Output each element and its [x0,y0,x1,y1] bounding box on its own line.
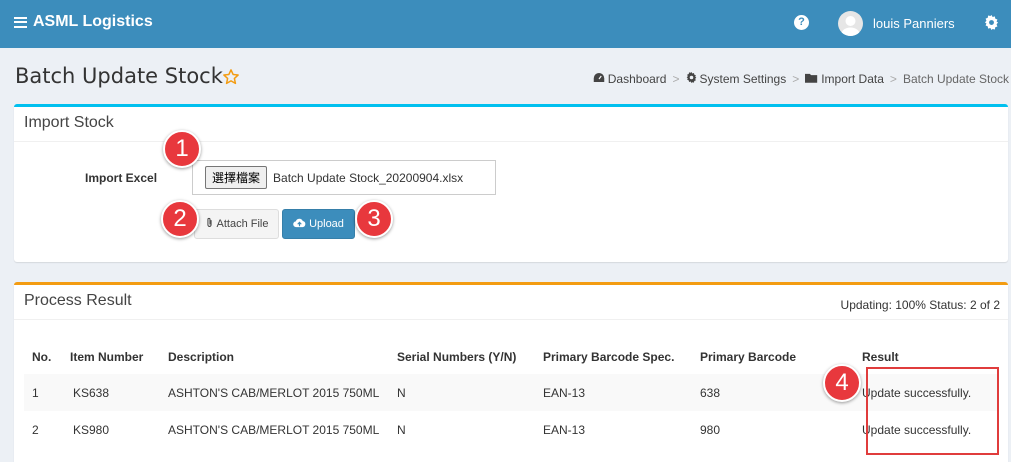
table-row: 2 KS980 ASHTON'S CAB/MERLOT 2015 750ML N… [24,411,998,448]
process-result-title: Process Result [24,292,132,309]
cell-item-number: KS638 [73,385,110,400]
column-header: Description [168,350,235,364]
process-result-panel: Process Result Updating: 100% Status: 2 … [14,282,1008,462]
top-navbar: ASML Logistics ? louis Panniers [0,0,1011,48]
process-result-header: Process Result Updating: 100% Status: 2 … [14,285,1008,320]
file-input[interactable]: 選擇檔案 Batch Update Stock_20200904.xlsx [192,160,496,195]
selected-file-name: Batch Update Stock_20200904.xlsx [273,170,464,185]
choose-file-button[interactable]: 選擇檔案 [205,166,268,189]
dashboard-icon [593,72,605,86]
upload-button[interactable]: Upload [282,209,355,239]
avatar[interactable] [838,11,863,36]
app-brand[interactable]: ASML Logistics [14,13,153,31]
process-status: Updating: 100% Status: 2 of 2 [840,298,1000,312]
callout-badge-2: 2 [161,200,199,238]
cell-description: ASHTON'S CAB/MERLOT 2015 750ML [168,385,380,400]
settings-gear-icon[interactable] [984,15,999,35]
callout-badge-1: 1 [163,130,201,168]
breadcrumb-batch-update-stock: Batch Update Stock [902,72,1009,86]
cloud-upload-icon [293,218,306,231]
callout-badge-4: 4 [823,364,861,402]
hamburger-menu-icon[interactable] [14,16,27,28]
cell-serial: N [397,422,406,437]
page-title: Batch Update Stock [15,64,223,88]
paperclip-icon [205,217,214,231]
cell-description: ASHTON'S CAB/MERLOT 2015 750ML [168,422,380,437]
app-title: ASML Logistics [33,13,153,30]
favorite-star-icon[interactable] [222,68,240,91]
breadcrumb-system-settings[interactable]: System Settings [686,72,786,86]
import-excel-label: Import Excel [85,171,158,185]
cell-no: 2 [32,422,39,437]
breadcrumb: Dashboard > System Settings > Import Dat… [593,72,1009,86]
breadcrumb-dashboard[interactable]: Dashboard [593,72,666,86]
column-header: Serial Numbers (Y/N) [397,350,517,364]
cell-barcode: 980 [700,422,721,437]
cell-barcode-spec: EAN-13 [543,385,586,400]
column-header: Primary Barcode Spec. [543,350,675,364]
cell-barcode: 638 [700,385,721,400]
cell-no: 1 [32,385,39,400]
cell-item-number: KS980 [73,422,110,437]
gear-icon [686,72,697,86]
import-stock-title: Import Stock [14,107,1008,142]
import-stock-panel: Import Stock Import Excel 選擇檔案 Batch Upd… [14,104,1008,262]
help-icon[interactable]: ? [794,15,809,30]
cell-serial: N [397,385,406,400]
callout-badge-3: 3 [355,200,393,238]
breadcrumb-import-data[interactable]: Import Data [805,72,884,86]
folder-icon [805,72,818,86]
column-header: Primary Barcode [700,350,797,364]
attach-file-button[interactable]: Attach File [194,209,279,239]
column-header: No. [32,350,52,364]
column-header: Item Number [70,350,144,364]
user-name[interactable]: louis Panniers [873,16,955,31]
cell-barcode-spec: EAN-13 [543,422,586,437]
result-highlight-box [866,367,999,455]
